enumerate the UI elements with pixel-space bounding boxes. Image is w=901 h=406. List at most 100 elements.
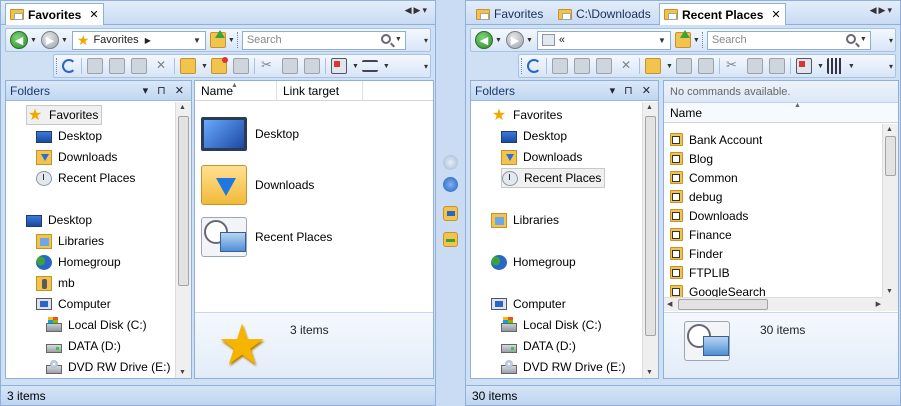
tab-recent-places[interactable]: Recent Places ✕ xyxy=(659,3,786,25)
chevron-down-icon[interactable]: ▼ xyxy=(228,37,235,44)
folders-scrollbar[interactable]: ▲ ▼ xyxy=(175,102,191,378)
address-bar[interactable]: « ▼ xyxy=(536,30,671,50)
tree-item-dvd-drive[interactable]: DVD RW Drive (E:) xyxy=(501,357,625,377)
column-name[interactable]: Name xyxy=(664,103,882,123)
chevron-down-icon[interactable]: ▼ xyxy=(693,37,700,44)
tree-item-desktop[interactable]: Desktop xyxy=(36,126,102,146)
search-input[interactable]: Search ▼ xyxy=(241,30,406,50)
up-folder-icon[interactable] xyxy=(674,30,691,48)
list-item[interactable]: FTPLIB xyxy=(670,263,730,282)
paste-icon[interactable] xyxy=(303,58,320,74)
chevron-down-icon[interactable]: ▼ xyxy=(860,36,867,43)
chevron-down-icon[interactable]: ▼ xyxy=(495,37,502,44)
list-item[interactable]: Downloads xyxy=(670,206,748,225)
scroll-up-icon[interactable]: ▲ xyxy=(646,104,653,111)
folder-options-icon[interactable] xyxy=(210,57,228,74)
tree-item-local-disk[interactable]: Local Disk (C:) xyxy=(501,315,602,335)
tab-downloads[interactable]: C:\Downloads xyxy=(554,3,655,25)
tree-item-computer[interactable]: Computer xyxy=(36,294,111,314)
scroll-left-icon[interactable]: ◀ xyxy=(667,300,672,308)
panel-controls[interactable]: ▾ ⊓ ✕ xyxy=(610,84,654,97)
scroll-thumb[interactable] xyxy=(678,299,768,310)
move-to-icon[interactable] xyxy=(574,58,590,74)
copy-icon[interactable] xyxy=(281,58,298,74)
address-bar[interactable]: ★ Favorites ▶ ▼ xyxy=(71,30,206,50)
list-item[interactable]: Desktop xyxy=(201,111,299,157)
chevron-down-icon[interactable]: ▼ xyxy=(395,36,402,43)
search-icon[interactable] xyxy=(380,33,391,44)
delete-icon[interactable] xyxy=(618,58,634,74)
tab-favorites[interactable]: Favorites ✕ xyxy=(5,3,104,25)
scroll-down-icon[interactable]: ▼ xyxy=(179,369,186,376)
tree-item-libraries[interactable]: Libraries xyxy=(491,210,559,230)
copy-icon[interactable] xyxy=(746,58,763,74)
scroll-down-icon[interactable]: ▼ xyxy=(646,369,653,376)
swap-panes-icon[interactable] xyxy=(443,155,458,170)
list-horizontal-scrollbar[interactable]: ◀ ▶ xyxy=(664,297,884,311)
list-item[interactable]: Bank Account xyxy=(670,130,762,149)
chevron-down-icon[interactable]: ▼ xyxy=(658,36,666,45)
list-item[interactable]: Common xyxy=(670,168,738,187)
tree-item-local-disk[interactable]: Local Disk (C:) xyxy=(46,315,147,335)
address-crumb[interactable]: « xyxy=(559,34,565,46)
tab-favorites[interactable]: Favorites xyxy=(472,3,547,25)
tree-item-mb[interactable]: mb xyxy=(36,273,75,293)
tree-item-homegroup[interactable]: Homegroup xyxy=(491,252,576,272)
paste-icon[interactable] xyxy=(768,58,785,74)
chevron-down-icon[interactable]: ▼ xyxy=(848,63,855,70)
list-item[interactable]: Downloads xyxy=(201,162,314,208)
copy-to-icon[interactable] xyxy=(552,58,568,74)
list-item[interactable]: Finance xyxy=(670,225,732,244)
tree-item-recent-places[interactable]: Recent Places xyxy=(36,168,135,188)
chevron-down-icon[interactable]: ▼ xyxy=(193,36,201,45)
refresh-icon[interactable] xyxy=(527,59,541,73)
scroll-thumb[interactable] xyxy=(885,136,896,176)
tree-item-downloads[interactable]: Downloads xyxy=(501,147,582,167)
scroll-up-icon[interactable]: ▲ xyxy=(179,104,186,111)
address-crumb[interactable]: Favorites xyxy=(93,34,138,46)
tab-scroll-arrows[interactable]: ◀▶▾ xyxy=(870,5,894,16)
crumb-arrow-icon[interactable]: ▶ xyxy=(145,36,151,45)
forward-icon[interactable]: ▶ xyxy=(40,31,59,49)
list-item[interactable]: debug xyxy=(670,187,722,206)
back-icon[interactable]: ◀ xyxy=(475,31,493,49)
refresh-icon[interactable] xyxy=(62,59,76,73)
tree-item-homegroup[interactable]: Homegroup xyxy=(36,252,121,272)
chevron-down-icon[interactable]: ▼ xyxy=(526,37,533,44)
tree-item-data-drive[interactable]: DATA (D:) xyxy=(46,336,121,356)
scroll-up-icon[interactable]: ▲ xyxy=(886,126,893,133)
tree-item-favorites[interactable]: ★ Favorites xyxy=(26,105,103,125)
move-to-icon[interactable] xyxy=(109,58,125,74)
tree-item-desktop-root[interactable]: Desktop xyxy=(26,210,92,230)
copy-to-icon[interactable] xyxy=(87,58,103,74)
tree-item-libraries[interactable]: Libraries xyxy=(36,231,104,251)
toolbar-grip[interactable] xyxy=(701,32,705,48)
forward-icon[interactable]: ▶ xyxy=(505,31,524,49)
toolbar-overflow-icon[interactable]: ▾ xyxy=(424,36,428,45)
toolbar-overflow-icon[interactable]: ▾ xyxy=(889,36,893,45)
scroll-thumb[interactable] xyxy=(645,116,656,336)
list-item[interactable]: Blog xyxy=(670,149,713,168)
chevron-down-icon[interactable]: ▼ xyxy=(666,63,673,70)
column-link-target[interactable]: Link target xyxy=(277,81,363,101)
scroll-down-icon[interactable]: ▼ xyxy=(886,288,893,295)
tree-item-data-drive[interactable]: DATA (D:) xyxy=(501,336,576,356)
tree-item-favorites[interactable]: ★ Favorites xyxy=(491,105,563,125)
folders-scrollbar[interactable]: ▲ ▼ xyxy=(642,102,658,378)
view-pane-icon[interactable] xyxy=(232,58,249,74)
chevron-down-icon[interactable]: ▼ xyxy=(30,37,37,44)
toolbar-overflow-icon[interactable]: ▾ xyxy=(424,62,428,71)
tree-item-downloads[interactable]: Downloads xyxy=(36,147,117,167)
map-drive-icon[interactable] xyxy=(330,58,347,74)
view-mode-icon[interactable] xyxy=(361,60,378,72)
toolbar-overflow-icon[interactable]: ▾ xyxy=(889,62,893,71)
folder-options-icon[interactable] xyxy=(675,58,692,74)
move-to-other-pane-icon[interactable] xyxy=(443,232,458,247)
cut-icon[interactable] xyxy=(260,57,276,74)
view-pane-icon[interactable] xyxy=(697,58,714,74)
new-folder-icon[interactable] xyxy=(180,58,196,74)
chevron-down-icon[interactable]: ▼ xyxy=(201,63,208,70)
tree-item-dvd-drive[interactable]: DVD RW Drive (E:) xyxy=(46,357,170,377)
toolbar-grip[interactable] xyxy=(236,32,240,48)
chevron-down-icon[interactable]: ▼ xyxy=(383,63,390,70)
